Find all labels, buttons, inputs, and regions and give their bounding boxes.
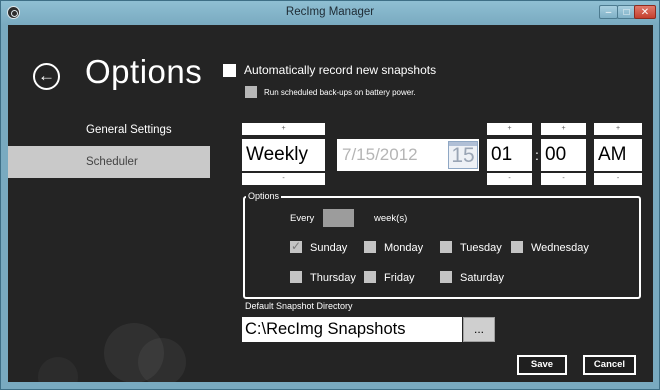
bokeh-decoration <box>138 338 186 382</box>
wednesday-checkbox[interactable] <box>511 241 523 253</box>
options-legend: Options <box>246 191 282 201</box>
options-panel: ← Options General Settings Scheduler Aut… <box>8 25 653 382</box>
auto-record-checkbox[interactable] <box>223 64 236 77</box>
minimize-button[interactable]: – <box>599 5 618 19</box>
title-bar[interactable]: RecImg Manager – □ ✕ <box>1 1 659 25</box>
tuesday-label: Tuesday <box>460 242 502 254</box>
frequency-value[interactable]: Weekly <box>242 139 325 171</box>
tuesday-checkbox[interactable] <box>440 241 452 253</box>
thursday-label: Thursday <box>310 272 356 284</box>
hour-value[interactable]: 01 <box>487 139 532 171</box>
page-title: Options <box>85 53 203 90</box>
back-button[interactable]: ← <box>33 63 60 90</box>
sunday-label: Sunday <box>310 242 348 254</box>
frequency-up-button[interactable]: + <box>242 123 325 135</box>
ampm-down-button[interactable]: - <box>594 173 642 185</box>
minute-up-button[interactable]: + <box>541 123 586 135</box>
friday-label: Friday <box>384 272 415 284</box>
thursday-checkbox[interactable] <box>290 271 302 283</box>
hour-up-button[interactable]: + <box>487 123 532 135</box>
browse-button[interactable]: ... <box>463 317 495 342</box>
sidebar-item-scheduler[interactable]: Scheduler <box>8 146 210 178</box>
save-button[interactable]: Save <box>517 355 567 375</box>
frequency-down-button[interactable]: - <box>242 173 325 185</box>
hour-down-button[interactable]: - <box>487 173 532 185</box>
directory-label: Default Snapshot Directory <box>245 301 353 311</box>
app-window: RecImg Manager – □ ✕ ← Options General S… <box>0 0 660 390</box>
directory-input[interactable]: C:\RecImg Snapshots <box>242 317 462 342</box>
saturday-checkbox[interactable] <box>440 271 452 283</box>
weeks-input[interactable] <box>323 209 354 227</box>
ampm-value[interactable]: AM <box>594 139 642 171</box>
minute-down-button[interactable]: - <box>541 173 586 185</box>
every-label: Every <box>290 213 315 224</box>
battery-label: Run scheduled back-ups on battery power. <box>264 88 416 97</box>
ampm-up-button[interactable]: + <box>594 123 642 135</box>
monday-label: Monday <box>384 242 424 254</box>
weeks-label: week(s) <box>374 213 408 224</box>
friday-checkbox[interactable] <box>364 271 376 283</box>
auto-record-label: Automatically record new snapshots <box>244 63 437 77</box>
wednesday-label: Wednesday <box>531 242 589 254</box>
cancel-button[interactable]: Cancel <box>583 355 636 375</box>
battery-checkbox[interactable] <box>245 86 257 98</box>
sunday-checkbox[interactable] <box>290 239 302 253</box>
time-separator: : <box>535 147 539 163</box>
minute-value[interactable]: 00 <box>541 139 586 171</box>
sidebar-item-general-settings[interactable]: General Settings <box>8 114 210 146</box>
saturday-label: Saturday <box>460 272 505 284</box>
calendar-icon[interactable]: 15 <box>448 141 478 169</box>
window-title: RecImg Manager <box>285 6 375 18</box>
bokeh-decoration <box>38 357 78 382</box>
monday-checkbox[interactable] <box>364 241 376 253</box>
close-button[interactable]: ✕ <box>634 5 656 19</box>
back-arrow-icon: ← <box>38 66 55 85</box>
